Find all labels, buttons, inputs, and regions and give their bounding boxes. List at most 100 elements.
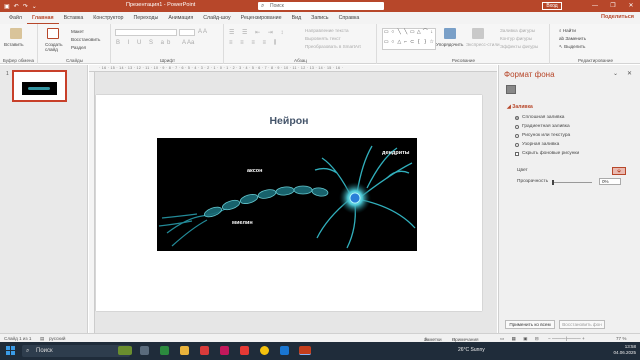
reset-button[interactable]: Восстановить [71,37,100,42]
slide-thumbnail[interactable] [12,70,67,102]
radio-solid[interactable] [515,115,519,120]
shape-outline-button[interactable]: Контур фигуры [500,36,532,41]
align-text-button[interactable]: Выровнять текст [305,36,341,41]
font-color-icon[interactable]: A Aa [182,40,194,46]
section-button[interactable]: Раздел [71,45,86,50]
option-gradient-fill[interactable]: Градиентная заливка [515,124,570,129]
app-icon-5[interactable] [280,346,289,355]
group-font: A A B I U S ab A Aa Шрифт [112,24,224,64]
app-icon-3[interactable] [220,346,229,355]
shapes-gallery[interactable]: ▭ ○ ╲ ╲ ▭ △ ⌒ ↓ ▭ ○ △ ⌐ ⊂{} ☆ [382,28,436,50]
weather-widget[interactable]: 26°C Sunny [458,347,485,353]
tab-review[interactable]: Рецензирование [236,12,287,24]
tab-record[interactable]: Запись [306,12,333,24]
customize-icon[interactable]: ⌄ [32,3,37,10]
slide-title[interactable]: Нейрон [96,115,482,127]
tab-home[interactable]: Главная [27,13,59,24]
taskbar-search[interactable]: ⌕ Поиск [22,345,130,357]
search-icon: ⌕ [261,3,265,9]
option-pattern-fill[interactable]: Узорная заливка [515,142,559,147]
widget-icon[interactable] [118,346,132,355]
taskbar-search-label: Поиск [36,348,53,354]
shape-fill-button[interactable]: Заливка фигуры [500,28,535,33]
app-icon-4[interactable] [240,346,249,355]
shape-effects-button[interactable]: Эффекты фигуры [500,44,538,49]
undo-icon[interactable]: ↶ [14,3,19,10]
zoom-level[interactable]: 77 % [616,336,626,341]
language-indicator[interactable]: русский [49,336,65,341]
tab-insert[interactable]: Вставка [59,12,89,24]
list-icons[interactable]: ☰ ☰ ⇤ ⇥ ↕ [229,29,286,36]
font-grow-icon[interactable]: A A [198,29,207,35]
restore-button[interactable]: ❐ [604,0,622,12]
autosave-icon[interactable]: ▣ [4,3,10,10]
font-format-icons[interactable]: B I U S ab [116,40,173,46]
replace-button[interactable]: ab Заменить [559,36,586,41]
minimize-button[interactable]: — [586,0,604,12]
radio-gradient[interactable] [515,124,519,129]
tab-view[interactable]: Вид [287,12,307,24]
chrome-icon[interactable] [260,346,269,355]
smartart-button[interactable]: Преобразовать в SmartArt [305,44,361,49]
quick-styles-icon[interactable] [472,28,484,39]
group-label: Буфер обмена [2,58,35,63]
neuron-image[interactable]: аксон дендриты миелин [157,138,417,251]
tab-transitions[interactable]: Переходы [128,12,163,24]
close-button[interactable]: ✕ [622,0,640,12]
text-direction-button[interactable]: Направление текста [305,28,349,33]
app-icon-2[interactable] [200,346,209,355]
align-icons[interactable]: ≡ ≡ ≡ ≡ ⫼ [229,40,279,47]
start-button[interactable] [6,346,15,355]
transparency-input[interactable]: 0% [599,178,621,185]
tab-design[interactable]: Конструктор [88,12,128,24]
redo-icon[interactable]: ↷ [23,3,28,10]
spellcheck-icon[interactable]: ▤ [40,336,44,342]
slider-knob[interactable] [552,180,554,185]
slide-canvas-area: · 16 · 15 · 14 · 13 · 12 · 11 · 10 · 9 ·… [89,65,497,333]
apply-all-button[interactable]: Применить ко всем [505,320,555,329]
font-size-box[interactable] [179,29,195,36]
arrange-button[interactable]: Упорядочить [436,42,463,47]
pane-options-icon[interactable]: ⌄ [613,70,618,77]
file-explorer-icon[interactable] [180,346,189,355]
tab-file[interactable]: Файл [4,12,27,24]
new-slide-button[interactable]: Создать слайд [45,42,62,52]
tab-slideshow[interactable]: Слайд-шоу [198,12,235,24]
arrange-icon[interactable] [444,28,456,39]
tab-help[interactable]: Справка [334,12,365,24]
zoom-slider[interactable]: − ———|——— + [548,336,585,341]
hide-graphics-checkbox[interactable] [515,151,519,156]
slide[interactable]: Нейрон аксон дендриты миелин [96,95,482,311]
signin-button[interactable]: Вход [542,2,562,10]
task-view-icon[interactable] [140,346,149,355]
powerpoint-icon[interactable] [299,346,311,355]
radio-picture[interactable] [515,133,519,138]
option-label: Градиентная заливка [522,124,570,129]
app-icon-1[interactable] [160,346,169,355]
layout-button[interactable]: Макет [71,29,84,34]
quick-styles-button[interactable]: Экспресс-стили [466,42,500,47]
reset-background-button[interactable]: Восстановить фон [559,320,605,329]
pane-close-icon[interactable]: ✕ [627,70,632,77]
find-button[interactable]: ⌕ Найти [559,28,576,33]
share-button[interactable]: Поделиться [601,14,634,20]
paste-button[interactable]: Вставить [4,42,23,47]
option-picture-fill[interactable]: Рисунок или текстура [515,133,570,138]
system-clock[interactable]: 13:58 04.06.2025 [613,344,636,356]
paste-icon[interactable] [10,28,22,39]
search-input[interactable]: ⌕ Поиск [258,2,384,10]
radio-pattern[interactable] [515,142,519,147]
transparency-slider[interactable] [552,180,592,185]
font-name-box[interactable] [115,29,177,36]
view-buttons[interactable]: ▭ ▦ ▣ ⊟ [500,336,542,342]
color-label: Цвет [517,168,528,173]
fill-section-header[interactable]: ◢ Заливка [507,104,533,110]
tab-animations[interactable]: Анимация [163,12,198,24]
ribbon: Вставить Буфер обмена Создать слайд Маке… [0,24,640,64]
select-button[interactable]: ↖ Выделить [559,44,585,50]
new-slide-icon[interactable] [47,28,59,39]
fill-bucket-icon[interactable] [506,85,516,94]
hide-graphics-option[interactable]: Скрыть фоновые рисунки [515,151,579,156]
color-picker-button[interactable]: ⬙ [612,167,626,175]
option-solid-fill[interactable]: Сплошная заливка [515,115,564,120]
